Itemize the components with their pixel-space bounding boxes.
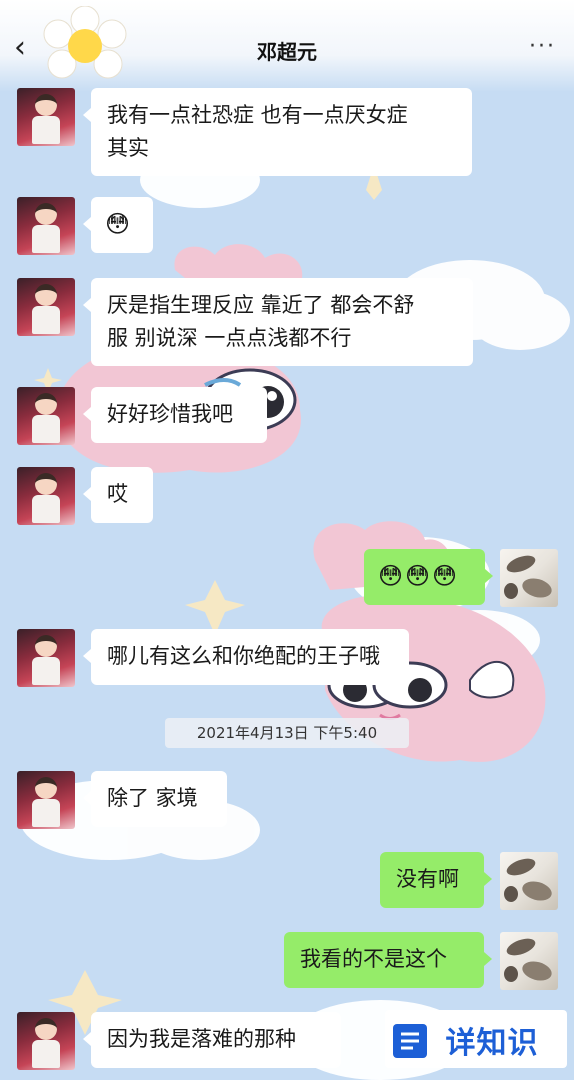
self-avatar[interactable] <box>500 549 558 607</box>
message-text: 厌是指生理反应 靠近了 都会不舒 <box>107 293 415 317</box>
watermark-text: 详知识 <box>445 1026 539 1061</box>
message-text: 其实 <box>107 136 149 160</box>
contact-avatar[interactable] <box>17 387 75 445</box>
contact-avatar[interactable] <box>17 1012 75 1070</box>
contact-avatar[interactable] <box>17 629 75 687</box>
message-text: 我看的不是这个 <box>300 947 447 971</box>
message-bubble[interactable]: 哎 <box>83 467 153 523</box>
message-bubble-self[interactable]: 我看的不是这个 <box>284 932 492 988</box>
message-bubble[interactable]: 厌是指生理反应 靠近了 都会不舒 服 别说深 一点点浅都不行 <box>83 278 473 366</box>
message-bubble[interactable]: 我有一点社恐症 也有一点厌女症 其实 <box>83 88 472 176</box>
contact-avatar[interactable] <box>17 197 75 255</box>
watermark-badge: 详知识 <box>385 1010 567 1068</box>
chat-timestamp: 2021年4月13日 下午5:40 <box>165 718 409 748</box>
message-bubble-self[interactable]: 没有啊 <box>380 852 492 908</box>
message-text: 除了 家境 <box>107 786 198 810</box>
message-text: 好好珍惜我吧 <box>107 402 233 426</box>
message-bubble-self[interactable]: 😳😳😳 <box>364 549 493 605</box>
contact-avatar[interactable] <box>17 467 75 525</box>
message-text: 哪儿有这么和你绝配的王子哦 <box>107 644 380 668</box>
message-bubble[interactable]: 😳 <box>83 197 153 253</box>
contact-avatar[interactable] <box>17 278 75 336</box>
self-avatar[interactable] <box>500 932 558 990</box>
flushed-face-emoji: 😳 <box>105 210 133 238</box>
message-text: 因为我是落难的那种 <box>107 1027 296 1051</box>
contact-avatar[interactable] <box>17 771 75 829</box>
self-avatar[interactable] <box>500 852 558 910</box>
more-dots-icon[interactable]: ··· <box>529 34 556 59</box>
message-text: 没有啊 <box>396 867 459 891</box>
flushed-face-emoji: 😳😳😳 <box>378 562 460 590</box>
contact-avatar[interactable] <box>17 88 75 146</box>
chat-header: ‹ 邓超元 ··· <box>0 0 574 92</box>
message-bubble[interactable]: 好好珍惜我吧 <box>83 387 267 443</box>
message-text: 我有一点社恐症 也有一点厌女症 <box>107 103 408 127</box>
message-bubble[interactable]: 因为我是落难的那种 <box>83 1012 341 1068</box>
message-text: 服 别说深 一点点浅都不行 <box>107 326 352 350</box>
message-bubble[interactable]: 除了 家境 <box>83 771 227 827</box>
message-text: 哎 <box>107 482 128 506</box>
message-bubble[interactable]: 哪儿有这么和你绝配的王子哦 <box>83 629 409 685</box>
chat-title: 邓超元 <box>257 40 317 64</box>
